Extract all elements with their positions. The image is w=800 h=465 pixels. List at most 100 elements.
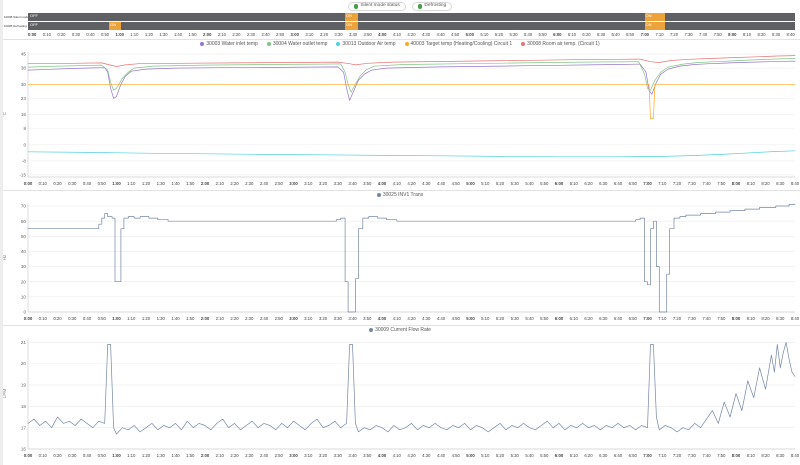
- time-tick-label: 8:10: [742, 31, 752, 37]
- x-tick-label: 3:30: [334, 453, 343, 458]
- legend-item[interactable]: 30004 Water outlet temp: [266, 40, 328, 47]
- legend-item[interactable]: 30008 Room air temp. (Circuit 1): [521, 41, 600, 47]
- x-tick-label: 4:00: [378, 453, 387, 458]
- x-tick-label: 5:50: [540, 316, 549, 321]
- x-tick-label: 7:50: [717, 181, 726, 186]
- x-tick-label: 8:20: [761, 316, 770, 321]
- time-tick-label: 6:30: [596, 31, 606, 37]
- legend-item[interactable]: 30003 Water inlet temp: [200, 41, 258, 47]
- x-tick-label: 7:00: [643, 453, 652, 458]
- left-edge-strip: [0, 0, 3, 465]
- x-tick-label: 6:40: [614, 181, 623, 186]
- temperatures-chart-plot[interactable]: 453830231580-8-15°C0:00 0:10 0:20 0:30 0:40 0…: [0, 48, 800, 188]
- x-tick-label: 0:00: [24, 453, 33, 458]
- time-tick-label: 3:40: [348, 31, 358, 37]
- y-tick-label: 16: [21, 446, 27, 451]
- chart-panel-temperatures: 30003 Water inlet temp 30004 Water outlet…: [0, 38, 800, 188]
- x-tick-label: 1:20: [142, 453, 151, 458]
- status-legend-chip-silent-mode[interactable]: Silent mode status: [347, 2, 406, 11]
- chart-legend-temperatures: 30003 Water inlet temp 30004 Water outlet…: [0, 40, 800, 48]
- time-tick-label: 1:20: [144, 31, 153, 37]
- x-tick-label: 4:00: [378, 316, 387, 321]
- x-tick-label: 5:40: [525, 316, 534, 321]
- legend-item[interactable]: 30009 Current Flow Rate: [369, 326, 431, 333]
- x-tick-label: 3:10: [304, 181, 313, 186]
- y-tick-label: 8: [23, 126, 26, 131]
- x-tick-label: 3:30: [334, 316, 343, 321]
- status-row-label: 10008 Silent mode status: [4, 14, 28, 19]
- legend-item[interactable]: 40003 Target temp (Heating/Cooling) Circ…: [404, 41, 512, 47]
- x-tick-label: 7:20: [673, 181, 682, 186]
- status-on-label: ON: [346, 13, 353, 19]
- series-line-30009: [27, 341, 796, 435]
- x-tick-label: 8:00: [732, 181, 741, 186]
- x-tick-label: 5:50: [540, 181, 549, 186]
- x-tick-label: 1:40: [171, 453, 180, 458]
- x-tick-label: 0:40: [83, 453, 92, 458]
- time-tick-label: 6:10: [567, 31, 577, 37]
- inverter-frequency-chart-plot[interactable]: 010203040506070Hz0:00 0:10 0:20 0:30 0:40 0:5…: [0, 199, 800, 323]
- x-tick-label: 2:10: [216, 316, 225, 321]
- x-tick-label: 4:40: [437, 181, 446, 186]
- x-tick-label: 7:20: [673, 453, 682, 458]
- time-tick-label: 4:40: [436, 31, 445, 37]
- status-on-segment: ON: [345, 12, 359, 21]
- x-tick-label: 8:10: [747, 316, 756, 321]
- time-tick-label: 6:00: [553, 31, 562, 37]
- x-tick-label: 5:10: [481, 453, 490, 458]
- x-tick-label: 2:40: [260, 453, 269, 458]
- status-on-label: ON: [110, 22, 117, 28]
- x-tick-label: 6:20: [584, 316, 593, 321]
- legend-item[interactable]: 30013 Outdoor Air temp: [336, 41, 396, 47]
- x-tick-label: 2:40: [260, 181, 269, 186]
- x-tick-label: 7:30: [688, 316, 697, 321]
- x-tick-label: 8:40: [791, 453, 800, 458]
- legend-item[interactable]: 30025 INV1 Trans: [376, 192, 423, 198]
- time-tick-label: 5:10: [480, 31, 489, 37]
- time-tick-label: 6:40: [611, 31, 620, 37]
- y-tick-label: -15: [19, 172, 26, 177]
- status-on-segment: ON: [644, 12, 666, 21]
- time-tick-label: 0:20: [57, 31, 66, 37]
- chart-legend-flow-rate: 30009 Current Flow Rate: [0, 326, 800, 334]
- x-tick-label: 0:40: [83, 181, 92, 186]
- status-base-value: OFF: [30, 13, 38, 19]
- x-tick-label: 1:50: [186, 453, 195, 458]
- x-tick-label: 4:00: [378, 181, 387, 186]
- status-legend-chip-defrosting[interactable]: Defrosting: [411, 2, 453, 11]
- x-tick-label: 7:10: [658, 181, 667, 186]
- x-tick-label: 0:20: [53, 453, 62, 458]
- x-tick-label: 3:20: [319, 181, 328, 186]
- status-timeline-defrosting[interactable]: OFF ON ON ON: [28, 21, 795, 30]
- x-tick-label: 3:40: [348, 316, 357, 321]
- x-tick-label: 6:10: [570, 181, 579, 186]
- legend-label: 30009 Current Flow Rate: [375, 326, 431, 333]
- time-tick-label: 4:10: [392, 31, 401, 37]
- legend-label: 30004 Water outlet temp: [272, 40, 328, 47]
- time-tick-label: 2:20: [232, 31, 241, 37]
- x-tick-label: 3:00: [289, 316, 298, 321]
- time-tick-label: 8:30: [772, 31, 781, 37]
- x-tick-label: 6:50: [629, 181, 638, 186]
- status-timeline-silent-mode[interactable]: OFF ON ON: [28, 12, 795, 21]
- x-tick-label: 1:10: [127, 453, 136, 458]
- x-tick-label: 0:50: [98, 453, 107, 458]
- x-tick-label: 8:30: [776, 453, 785, 458]
- x-tick-label: 2:20: [230, 181, 239, 186]
- y-tick-label: 10: [21, 294, 27, 299]
- x-tick-label: 8:10: [747, 453, 756, 458]
- x-tick-label: 5:10: [481, 181, 490, 186]
- x-tick-label: 6:00: [555, 316, 564, 321]
- y-tick-label: 18: [21, 404, 27, 409]
- status-on-segment: ON: [644, 21, 666, 30]
- x-tick-label: 4:20: [407, 453, 416, 458]
- x-tick-label: 3:20: [319, 316, 328, 321]
- flow-rate-chart-plot[interactable]: 161718192021LPM0:00 0:10 0:20 0:30 0:40 0:50 1…: [0, 334, 800, 460]
- x-tick-label: 6:30: [599, 453, 608, 458]
- time-tick-label: 5:00: [465, 31, 474, 37]
- time-tick-label: 1:50: [188, 31, 197, 37]
- series-line-30025: [27, 203, 796, 313]
- x-tick-label: 0:40: [83, 316, 92, 321]
- x-tick-label: 4:30: [422, 453, 431, 458]
- time-tick-label: 4:30: [421, 31, 431, 37]
